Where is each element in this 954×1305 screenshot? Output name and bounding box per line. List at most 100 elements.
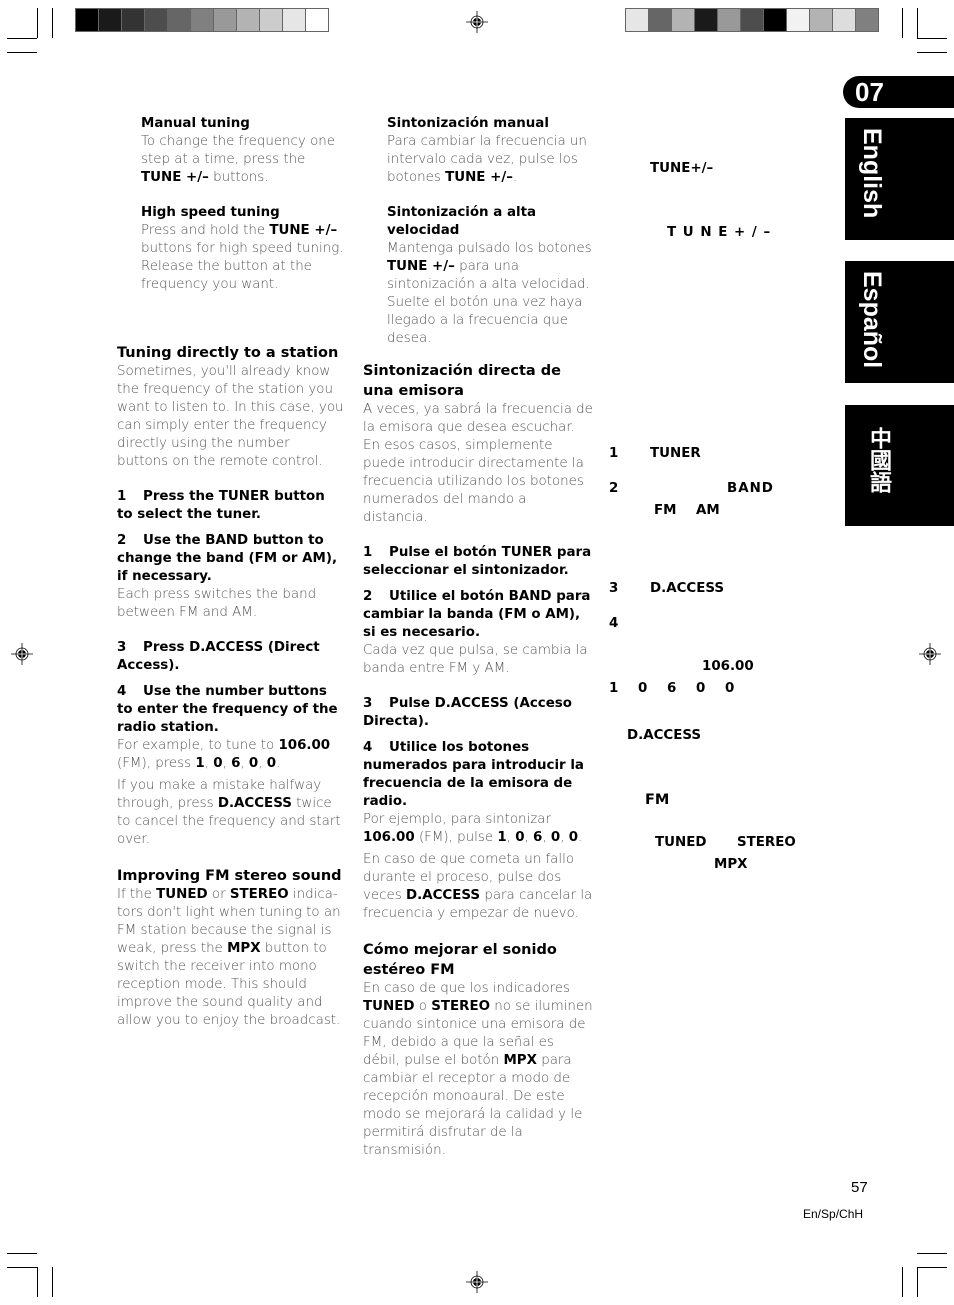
language-tab-chinese[interactable]: 中國語 (845, 405, 954, 526)
step-text: Pulse el botón TUNER para seleccionar el… (363, 545, 592, 578)
indicator-name: TUNED (655, 835, 707, 850)
step-1: 1 Press the TUNER button to select the tu… (117, 488, 345, 524)
text-run: (FM), press (117, 756, 196, 771)
language-tab-label: 中國語 (867, 427, 892, 493)
digit: 0 (725, 681, 735, 696)
section-heading-direct-tuning: Tuning directly to a station (117, 345, 339, 361)
subheading-manual-tuning: Manual tuning (141, 116, 250, 131)
digit: 1 (195, 756, 205, 771)
color-swatch (626, 9, 648, 31)
step-4: 4 Use the number buttons to enter the fre… (117, 683, 345, 737)
section-heading-fm-stereo: Cómo mejorar el sonido estéreo FM (363, 942, 557, 978)
language-tab-espanol[interactable]: Español (845, 261, 954, 383)
color-swatch (741, 9, 763, 31)
frequency-example: Por ejemplo, para sintonizar 106.00 (FM)… (363, 812, 583, 845)
indicator-name: STEREO (431, 999, 490, 1014)
step-number: 4 (609, 616, 619, 631)
indicator-name: STEREO (737, 835, 796, 850)
key-name: BAND (727, 481, 774, 496)
color-swatch (237, 9, 259, 31)
color-swatch (191, 9, 213, 31)
crop-mark (7, 1267, 37, 1268)
language-code: En/Sp/ChH (803, 1207, 864, 1221)
crop-mark (37, 8, 38, 38)
indicator-name: TUNED (156, 887, 208, 902)
english-tuning-subsection: Manual tuning To change the frequency on… (141, 115, 346, 294)
key-name: MPX (227, 941, 261, 956)
crop-mark (917, 1267, 947, 1268)
step-text: Utilice el botón BAND para cambiar la ba… (363, 589, 591, 640)
key-name: D.ACCESS (627, 728, 702, 743)
color-swatch (649, 9, 671, 31)
text-run: For example, to tune to (117, 738, 279, 753)
step-number: 3 (363, 696, 373, 711)
color-swatch (214, 9, 236, 31)
step-number: 3 (609, 581, 619, 596)
color-swatch (76, 9, 98, 31)
color-swatch (122, 9, 144, 31)
page-number: 57 (851, 1179, 868, 1196)
text-run: buttons. (208, 170, 269, 185)
digit: 0 (266, 756, 277, 771)
fm-stereo-text: If the TUNED or STEREO indica-tors don't… (117, 886, 345, 1030)
spanish-tuning-subsection: Sintonización manual Para cambiar la fre… (387, 115, 599, 348)
subheading-alta-velocidad: Sintonización a alta velocidad (387, 205, 537, 238)
subheading-sintonizacion-manual: Sintonización manual (387, 116, 549, 131)
step-number: 1 (609, 446, 619, 461)
section-heading-fm: FM (645, 792, 670, 808)
step-3: 3 Press D.ACCESS (Direct Access). (117, 639, 345, 675)
high-speed-tuning-text: Press and hold the TUNE +/– buttons for … (141, 222, 346, 294)
step-2-note: Each press switches the band between FM … (117, 587, 317, 620)
step-text: Press the TUNER button to select the tun… (117, 489, 325, 522)
digit: 6 (533, 830, 543, 845)
digit: 0 (696, 681, 706, 696)
digit: 6 (231, 756, 241, 771)
color-swatch (145, 9, 167, 31)
registration-mark-icon (11, 643, 33, 665)
step-number: 2 (117, 533, 127, 548)
indicator-name: TUNED (363, 999, 415, 1014)
digit: 6 (667, 681, 677, 696)
step-4: 4 Utilice los botones numerados para intr… (363, 739, 593, 811)
frequency-value: 106.00 (278, 738, 331, 753)
mistake-note: If you make a mistake halfway through, p… (117, 777, 345, 849)
high-speed-tuning-text: Mantenga pulsado los botones TUNE +/– pa… (387, 240, 599, 348)
color-swatch (99, 9, 121, 31)
color-swatch (810, 9, 832, 31)
text-run: Por ejemplo, para sintonizar (363, 812, 551, 827)
crop-mark (917, 38, 947, 39)
crop-mark (902, 8, 903, 38)
key-name: T U N E + / – (667, 225, 772, 240)
color-swatch (260, 9, 282, 31)
color-swatch (833, 9, 855, 31)
step-2-note: Cada vez que pulsa, se cambia la banda e… (363, 643, 588, 676)
registration-mark-icon (466, 1271, 488, 1293)
frequency-example: For example, to tune to 106.00 (FM), pre… (117, 738, 331, 771)
registration-mark-icon (919, 643, 941, 665)
step-2: 2 Utilice el botón BAND para cambiar la b… (363, 588, 593, 642)
language-tab-english[interactable]: English (845, 118, 954, 240)
color-swatch (856, 9, 878, 31)
step-text: Use the number buttons to enter the freq… (117, 684, 338, 735)
step-text: Utilice los botones numerados para intro… (363, 740, 584, 809)
crop-mark (52, 1267, 53, 1297)
crop-mark (902, 1267, 903, 1297)
key-name: TUNE +/– (269, 223, 338, 238)
registration-mark-icon (466, 11, 488, 33)
step-number: 2 (609, 481, 619, 496)
step-number: 4 (363, 740, 373, 755)
step-number: 2 (363, 589, 373, 604)
key-name: D.ACCESS (217, 796, 292, 811)
english-direct-tuning-section: Tuning directly to a station Sometimes, … (117, 343, 345, 1030)
step-number: 1 (363, 545, 373, 560)
digit: 0 (213, 756, 223, 771)
manual-tuning-text: Para cambiar la frecuencia un intervalo … (387, 133, 599, 187)
color-calibration-bar-left (75, 8, 329, 32)
crop-mark (7, 38, 37, 39)
digit: 1 (497, 830, 507, 845)
chapter-number-tab: 07 (843, 76, 954, 108)
color-calibration-bar-right (625, 8, 879, 32)
text-run: (FM), pulse (414, 830, 498, 845)
step-number: 4 (117, 684, 127, 699)
mistake-note: En caso de que cometa un fallo durante e… (363, 851, 593, 923)
